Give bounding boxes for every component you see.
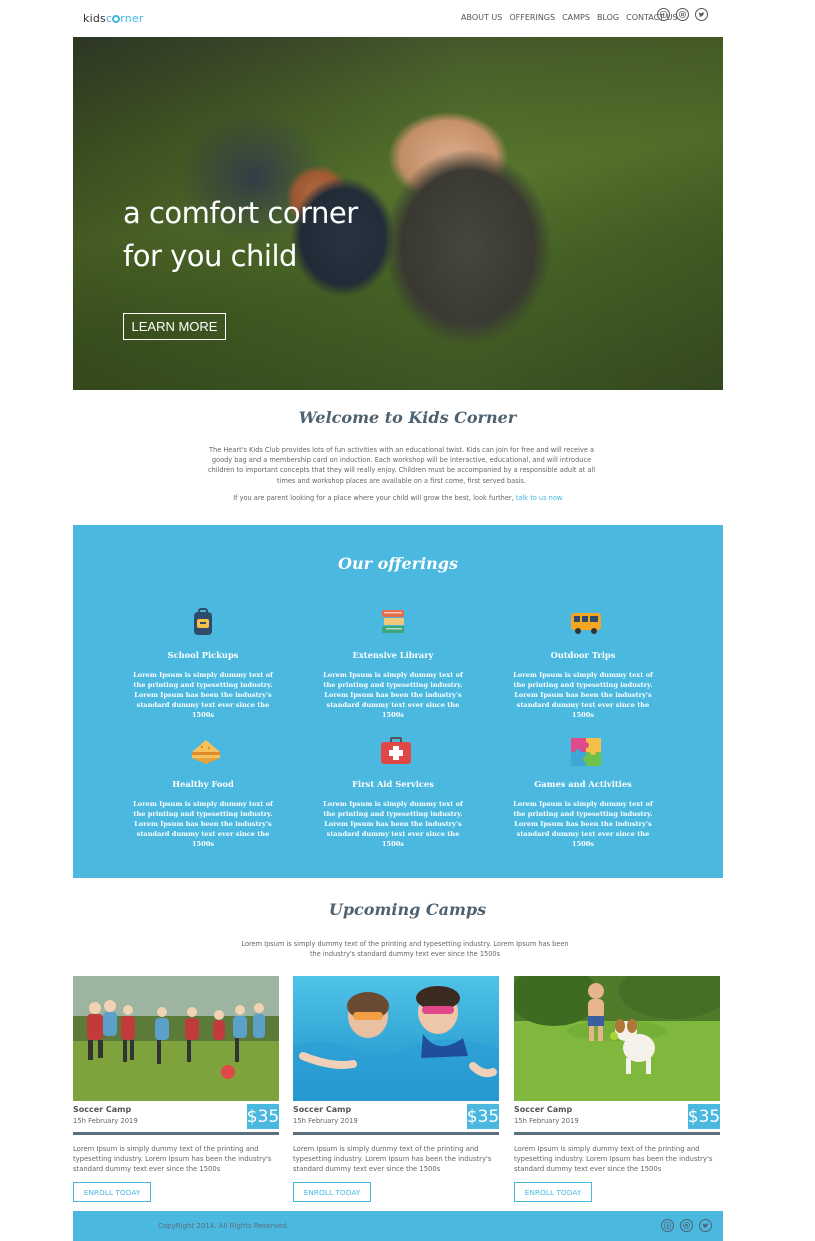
kids-swimming-photo <box>293 976 499 1101</box>
offering-title: Healthy Food <box>172 779 234 789</box>
offerings-title: Our offerings <box>338 554 458 573</box>
camp-name: Soccer Camp <box>293 1105 352 1114</box>
header-socials <box>657 8 708 21</box>
nav-about-us[interactable]: ABOUT US <box>461 13 502 22</box>
camp-price: $35 <box>688 1104 720 1129</box>
offering-title: School Pickups <box>167 650 239 660</box>
hero-title: a comfort corner for you child <box>123 192 358 278</box>
enroll-today-button[interactable]: ENROLL TODAY <box>514 1182 592 1202</box>
puzzle-icon <box>569 736 601 766</box>
camps-intro: Lorem Ipsum is simply dummy text of the … <box>241 940 569 959</box>
offering-title: Outdoor Trips <box>550 650 616 660</box>
offering-desc: Lorem Ipsum is simply dummy text of the … <box>513 671 653 719</box>
main-nav: ABOUT US OFFERINGS CAMPS BLOG CONTACT US <box>461 13 685 22</box>
hero-title-line2: for you child <box>123 239 297 273</box>
offering-healthy-food: Healthy Food Lorem Ipsum is simply dummy… <box>128 736 278 849</box>
instagram-icon[interactable] <box>676 8 689 21</box>
camps-title: Upcoming Camps <box>328 900 487 919</box>
logo-suffix: rner <box>120 12 144 25</box>
camp-name: Soccer Camp <box>73 1105 132 1114</box>
books-icon <box>379 607 407 637</box>
bus-icon <box>569 607 601 637</box>
camp-price: $35 <box>467 1104 499 1129</box>
nav-offerings[interactable]: OFFERINGS <box>509 13 555 22</box>
camp-date: 15h February 2019 <box>293 1117 358 1125</box>
enroll-today-button[interactable]: ENROLL TODAY <box>73 1182 151 1202</box>
camp-date: 15h February 2019 <box>514 1117 579 1125</box>
camp-date: 15h February 2019 <box>73 1117 138 1125</box>
enroll-today-button[interactable]: ENROLL TODAY <box>293 1182 371 1202</box>
divider <box>73 1132 279 1135</box>
welcome-cta-text: If you are parent looking for a place wh… <box>233 494 514 502</box>
site-footer: CopyRight 2014. All Rights Reserved. <box>73 1211 723 1241</box>
offering-title: Extensive Library <box>352 650 434 660</box>
logo[interactable]: kidsc rner <box>83 12 144 25</box>
twitter-icon[interactable] <box>695 8 708 21</box>
first-aid-kit-icon <box>379 736 411 766</box>
camp-card: Soccer Camp 15h February 2019 $35 Lorem … <box>293 976 499 1206</box>
offering-desc: Lorem Ipsum is simply dummy text of the … <box>513 800 653 848</box>
offering-title: First Aid Services <box>352 779 434 789</box>
camp-name: Soccer Camp <box>514 1105 573 1114</box>
copyright-text: CopyRight 2014. All Rights Reserved. <box>158 1222 289 1230</box>
learn-more-button[interactable]: LEARN MORE <box>123 313 226 340</box>
camp-card: Soccer Camp 15h February 2019 $35 Lorem … <box>514 976 720 1206</box>
welcome-paragraph: The Heart's Kids Club provides lots of f… <box>207 446 596 485</box>
offering-desc: Lorem Ipsum is simply dummy text of the … <box>323 671 463 719</box>
backpack-icon <box>189 607 217 637</box>
instagram-icon[interactable] <box>680 1219 693 1232</box>
camp-desc: Lorem Ipsum is simply dummy text of the … <box>514 1145 713 1173</box>
offering-games: Games and Activities Lorem Ipsum is simp… <box>508 736 658 849</box>
talk-to-us-link[interactable]: talk to us now. <box>516 494 564 502</box>
nav-blog[interactable]: BLOG <box>597 13 619 22</box>
camp-price: $35 <box>247 1104 279 1129</box>
nav-camps[interactable]: CAMPS <box>562 13 590 22</box>
hero-title-line1: a comfort corner <box>123 196 358 230</box>
offering-school-pickups: School Pickups Lorem Ipsum is simply dum… <box>128 607 278 720</box>
footer-socials <box>661 1219 712 1232</box>
offering-desc: Lorem Ipsum is simply dummy text of the … <box>133 800 273 848</box>
camp-desc: Lorem Ipsum is simply dummy text of the … <box>73 1145 272 1173</box>
sandwich-icon <box>189 736 220 766</box>
boy-with-dog-photo <box>514 976 720 1101</box>
offering-desc: Lorem Ipsum is simply dummy text of the … <box>133 671 273 719</box>
offering-outdoor-trips: Outdoor Trips Lorem Ipsum is simply dumm… <box>508 607 658 720</box>
divider <box>514 1132 720 1135</box>
kids-playing-soccer-photo <box>73 976 279 1101</box>
hero-banner: a comfort corner for you child LEARN MOR… <box>73 37 723 390</box>
offerings-section: Our offerings School Pickups Lorem Ipsum… <box>73 525 723 878</box>
twitter-icon[interactable] <box>699 1219 712 1232</box>
offering-desc: Lorem Ipsum is simply dummy text of the … <box>323 800 463 848</box>
offering-title: Games and Activities <box>534 779 632 789</box>
camp-desc: Lorem Ipsum is simply dummy text of the … <box>293 1145 492 1173</box>
logo-ring-icon <box>112 15 121 23</box>
divider <box>293 1132 499 1135</box>
site-header: kidsc rner ABOUT US OFFERINGS CAMPS BLOG … <box>0 0 815 36</box>
facebook-icon[interactable] <box>657 8 670 21</box>
offering-first-aid: First Aid Services Lorem Ipsum is simply… <box>318 736 468 849</box>
camp-card: Soccer Camp 15h February 2019 $35 Lorem … <box>73 976 279 1206</box>
logo-prefix: kids <box>83 12 106 25</box>
facebook-icon[interactable] <box>661 1219 674 1232</box>
offering-extensive-library: Extensive Library Lorem Ipsum is simply … <box>318 607 468 720</box>
welcome-cta: If you are parent looking for a place wh… <box>170 494 627 502</box>
welcome-title: Welcome to Kids Corner <box>298 408 517 427</box>
